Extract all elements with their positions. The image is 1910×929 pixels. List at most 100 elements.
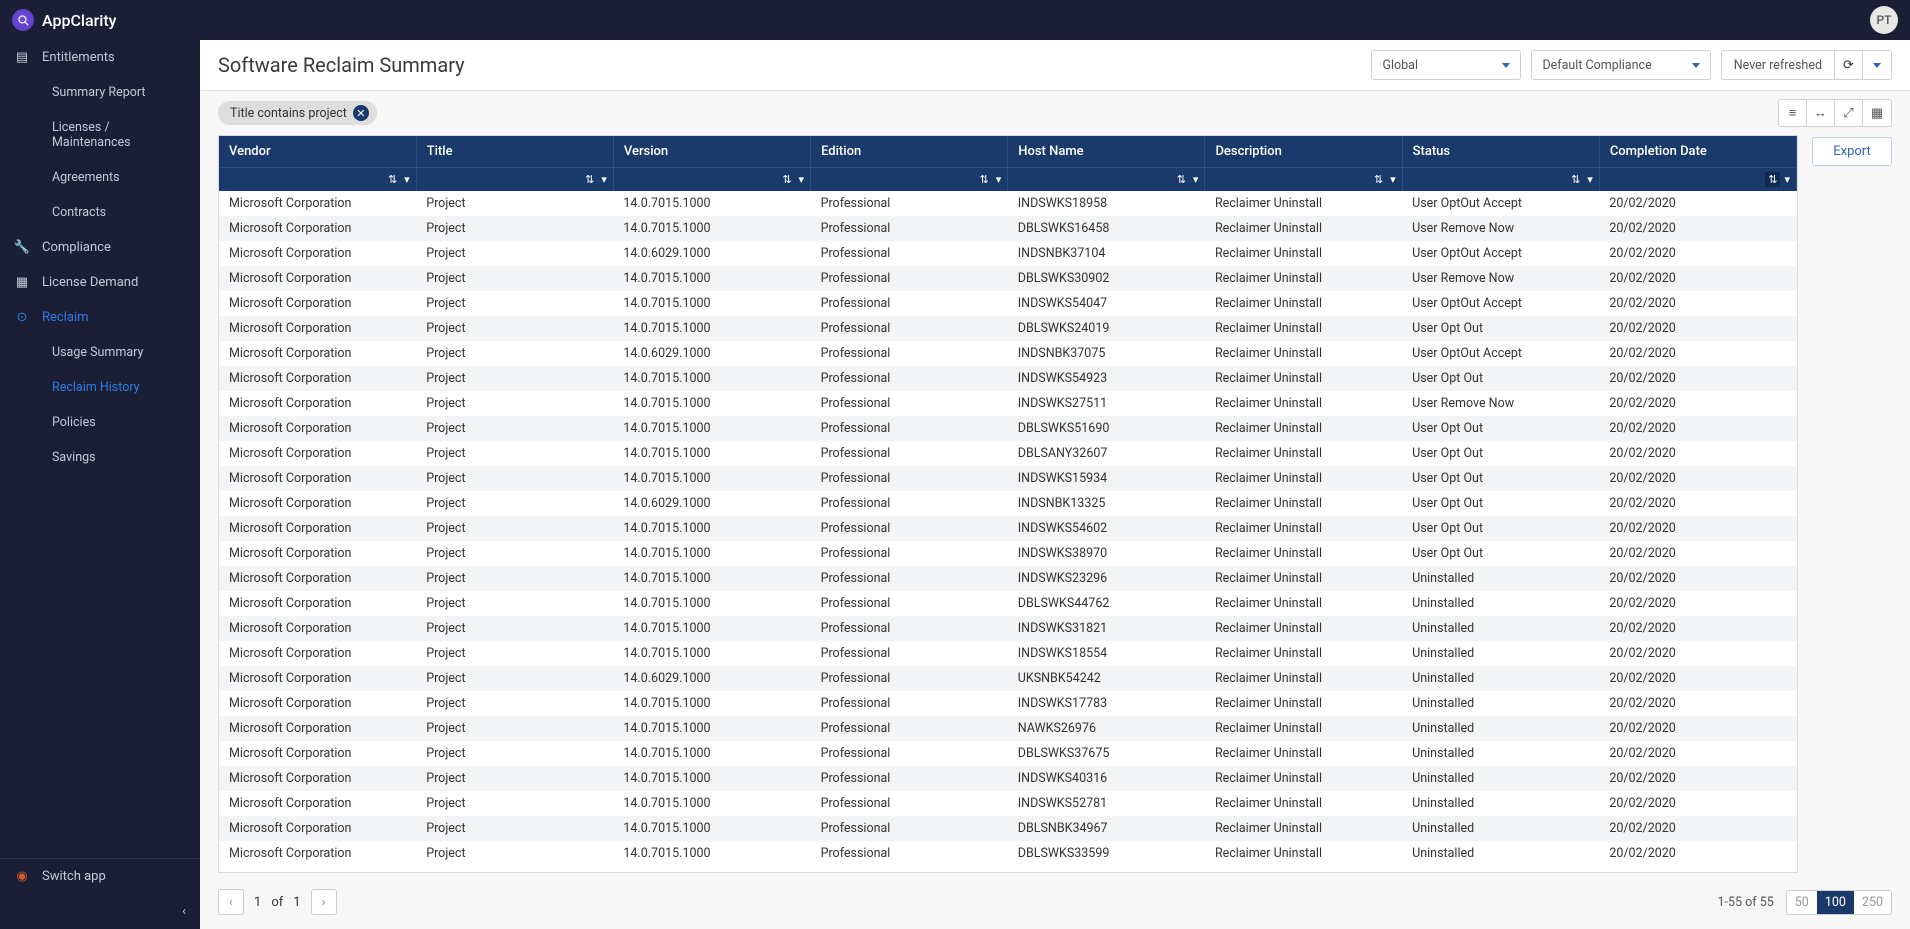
filter-icon[interactable]: ▾ xyxy=(1390,173,1396,186)
sort-icon[interactable]: ⇅ xyxy=(582,172,597,187)
table-row[interactable]: Microsoft CorporationProject14.0.7015.10… xyxy=(219,291,1797,316)
nav-policies[interactable]: Policies xyxy=(0,405,200,440)
table-row[interactable]: Microsoft CorporationProject14.0.6029.10… xyxy=(219,491,1797,516)
refresh-options-button[interactable] xyxy=(1863,51,1891,79)
table-cell: Microsoft Corporation xyxy=(219,341,416,366)
page-size-option[interactable]: 250 xyxy=(1854,891,1891,914)
filter-icon[interactable]: ▾ xyxy=(1193,173,1199,186)
table-cell: Project xyxy=(416,716,613,741)
page-size-option[interactable]: 50 xyxy=(1787,891,1817,914)
table-cell: Professional xyxy=(811,191,1008,216)
nav-savings[interactable]: Savings xyxy=(0,440,200,475)
page-size-option[interactable]: 100 xyxy=(1817,891,1854,914)
export-button[interactable]: Export xyxy=(1812,137,1892,166)
table-row[interactable]: Microsoft CorporationProject14.0.7015.10… xyxy=(219,516,1797,541)
view-grid-button[interactable]: ▦ xyxy=(1863,100,1891,126)
sort-icon[interactable]: ⇅ xyxy=(1371,172,1386,187)
table-cell: Professional xyxy=(811,566,1008,591)
table-cell: Professional xyxy=(811,666,1008,691)
table-row[interactable]: Microsoft CorporationProject14.0.7015.10… xyxy=(219,716,1797,741)
table-row[interactable]: Microsoft CorporationProject14.0.7015.10… xyxy=(219,391,1797,416)
sort-icon[interactable]: ⇅ xyxy=(1568,172,1583,187)
sort-icon[interactable]: ⇅ xyxy=(1765,172,1780,187)
filter-icon[interactable]: ▾ xyxy=(1784,173,1790,186)
table-cell: 20/02/2020 xyxy=(1599,841,1796,866)
table-row[interactable]: Microsoft CorporationProject14.0.6029.10… xyxy=(219,666,1797,691)
sidebar-collapse-button[interactable]: ‹ xyxy=(0,894,200,929)
table-row[interactable]: Microsoft CorporationProject14.0.7015.10… xyxy=(219,541,1797,566)
table-cell: Uninstalled xyxy=(1402,841,1599,866)
table-cell: Microsoft Corporation xyxy=(219,516,416,541)
nav-switch-app[interactable]: ◉ Switch app xyxy=(0,859,200,894)
column-header[interactable]: Host Name⇅▾ xyxy=(1008,136,1205,191)
nav-summary-report[interactable]: Summary Report xyxy=(0,75,200,110)
nav-compliance[interactable]: 🔧 Compliance xyxy=(0,230,200,265)
table-row[interactable]: Microsoft CorporationProject14.0.7015.10… xyxy=(219,791,1797,816)
table-row[interactable]: Microsoft CorporationProject14.0.7015.10… xyxy=(219,691,1797,716)
table-cell: Professional xyxy=(811,841,1008,866)
table-row[interactable]: Microsoft CorporationProject14.0.6029.10… xyxy=(219,241,1797,266)
table-row[interactable]: Microsoft CorporationProject14.0.7015.10… xyxy=(219,566,1797,591)
nav-usage-summary[interactable]: Usage Summary xyxy=(0,335,200,370)
table-row[interactable]: Microsoft CorporationProject14.0.7015.10… xyxy=(219,616,1797,641)
filter-icon[interactable]: ▾ xyxy=(1587,173,1593,186)
refresh-button[interactable]: ⟳ xyxy=(1835,51,1863,79)
table-row[interactable]: Microsoft CorporationProject14.0.7015.10… xyxy=(219,191,1797,216)
table-row[interactable]: Microsoft CorporationProject14.0.7015.10… xyxy=(219,316,1797,341)
scope-dropdown[interactable]: Global xyxy=(1371,50,1521,80)
column-header[interactable]: Title⇅▾ xyxy=(416,136,613,191)
table-row[interactable]: Microsoft CorporationProject14.0.6029.10… xyxy=(219,341,1797,366)
user-avatar[interactable]: PT xyxy=(1870,6,1898,34)
nav-agreements[interactable]: Agreements xyxy=(0,160,200,195)
sort-icon[interactable]: ⇅ xyxy=(385,172,400,187)
nav-licenses-maint[interactable]: Licenses / Maintenances xyxy=(0,110,200,160)
table-row[interactable]: Microsoft CorporationProject14.0.7015.10… xyxy=(219,816,1797,841)
table-cell: Project xyxy=(416,466,613,491)
column-header[interactable]: Completion Date⇅▾ xyxy=(1599,136,1796,191)
table-cell: Project xyxy=(416,516,613,541)
table-row[interactable]: Microsoft CorporationProject14.0.7015.10… xyxy=(219,741,1797,766)
table-row[interactable]: Microsoft CorporationProject14.0.7015.10… xyxy=(219,766,1797,791)
pager-prev-button[interactable]: ‹ xyxy=(218,889,244,915)
column-header[interactable]: Vendor⇅▾ xyxy=(219,136,416,191)
table-row[interactable]: Microsoft CorporationProject14.0.7015.10… xyxy=(219,466,1797,491)
table-row[interactable]: Microsoft CorporationProject14.0.7015.10… xyxy=(219,216,1797,241)
nav-contracts[interactable]: Contracts xyxy=(0,195,200,230)
table-cell: Reclaimer Uninstall xyxy=(1205,516,1402,541)
filter-chip-remove[interactable]: ✕ xyxy=(353,105,369,121)
column-header[interactable]: Edition⇅▾ xyxy=(811,136,1008,191)
filter-icon[interactable]: ▾ xyxy=(601,173,607,186)
table-row[interactable]: Microsoft CorporationProject14.0.7015.10… xyxy=(219,591,1797,616)
compliance-dropdown[interactable]: Default Compliance xyxy=(1531,50,1710,80)
sort-icon[interactable]: ⇅ xyxy=(1174,172,1189,187)
sort-icon[interactable]: ⇅ xyxy=(779,172,794,187)
nav-entitlements[interactable]: ▤ Entitlements xyxy=(0,40,200,75)
table-row[interactable]: Microsoft CorporationProject14.0.7015.10… xyxy=(219,266,1797,291)
table-row[interactable]: Microsoft CorporationProject14.0.7015.10… xyxy=(219,416,1797,441)
table-cell: Reclaimer Uninstall xyxy=(1205,216,1402,241)
nav-reclaim[interactable]: ⊙ Reclaim xyxy=(0,300,200,335)
table-cell: INDSWKS54047 xyxy=(1008,291,1205,316)
view-expand-button[interactable]: ⤢ xyxy=(1835,100,1863,126)
nav-reclaim-history[interactable]: Reclaim History xyxy=(0,370,200,405)
filter-icon[interactable]: ▾ xyxy=(996,173,1002,186)
table-cell: Microsoft Corporation xyxy=(219,816,416,841)
filter-icon[interactable]: ▾ xyxy=(799,173,805,186)
view-list-button[interactable]: ≡ xyxy=(1779,100,1807,126)
nav-license-demand[interactable]: ▦ License Demand xyxy=(0,265,200,300)
sort-icon[interactable]: ⇅ xyxy=(977,172,992,187)
table-row[interactable]: Microsoft CorporationProject14.0.7015.10… xyxy=(219,641,1797,666)
table-cell: Reclaimer Uninstall xyxy=(1205,791,1402,816)
filter-icon[interactable]: ▾ xyxy=(404,173,410,186)
table-row[interactable]: Microsoft CorporationProject14.0.7015.10… xyxy=(219,441,1797,466)
table-row[interactable]: Microsoft CorporationProject14.0.7015.10… xyxy=(219,366,1797,391)
column-header[interactable]: Version⇅▾ xyxy=(613,136,810,191)
data-table-container[interactable]: Vendor⇅▾Title⇅▾Version⇅▾Edition⇅▾Host Na… xyxy=(218,135,1798,873)
pager-next-button[interactable]: › xyxy=(311,889,337,915)
column-header[interactable]: Status⇅▾ xyxy=(1402,136,1599,191)
view-compact-button[interactable]: ↔ xyxy=(1807,100,1835,126)
column-header[interactable]: Description⇅▾ xyxy=(1205,136,1402,191)
table-cell: INDSWKS17783 xyxy=(1008,691,1205,716)
table-row[interactable]: Microsoft CorporationProject14.0.7015.10… xyxy=(219,841,1797,866)
table-cell: 20/02/2020 xyxy=(1599,416,1796,441)
